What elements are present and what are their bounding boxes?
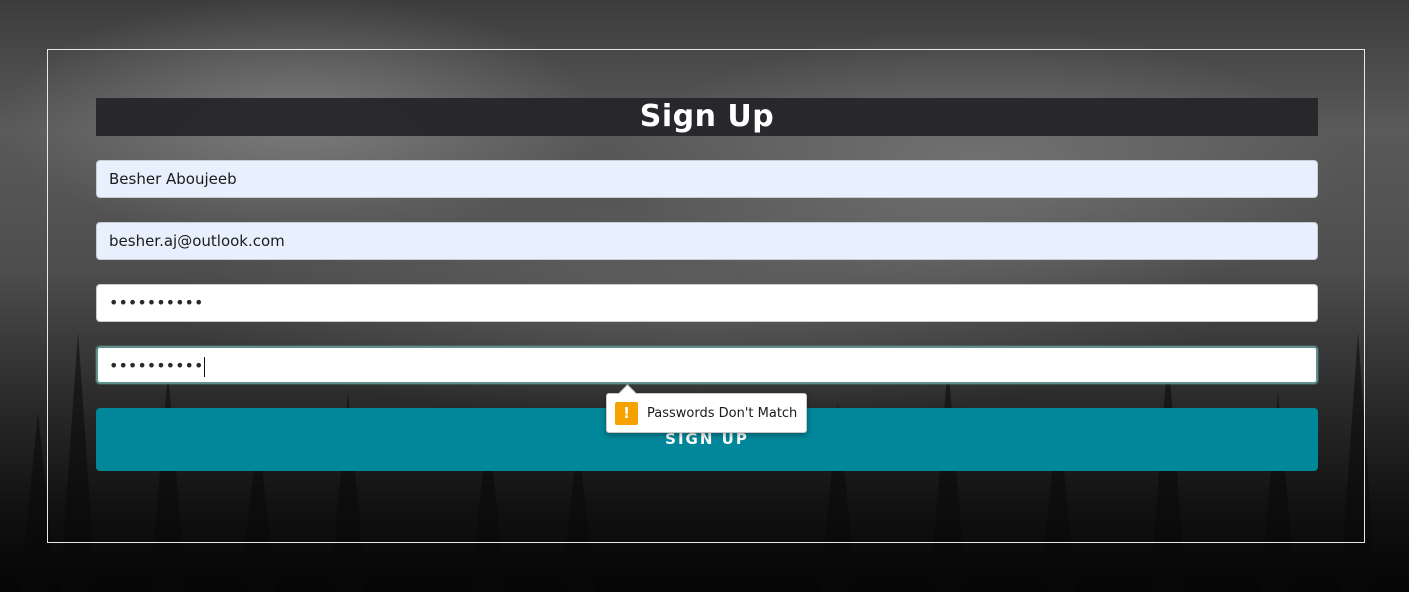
validation-message: Passwords Don't Match xyxy=(647,405,798,421)
name-field[interactable]: Besher Aboujeeb xyxy=(96,160,1318,198)
confirm-password-field-mask: •••••••••• xyxy=(109,356,204,375)
email-field[interactable]: besher.aj@outlook.com xyxy=(96,222,1318,260)
password-field[interactable]: •••••••••• xyxy=(96,284,1318,322)
page-title: Sign Up xyxy=(96,98,1318,136)
confirm-password-field[interactable]: •••••••••• xyxy=(96,346,1318,384)
name-field-value: Besher Aboujeeb xyxy=(109,170,237,188)
password-field-mask: •••••••••• xyxy=(109,293,204,312)
text-caret xyxy=(204,356,206,377)
validation-tooltip: ! Passwords Don't Match xyxy=(606,384,807,433)
warning-icon: ! xyxy=(615,401,638,425)
email-field-value: besher.aj@outlook.com xyxy=(109,232,285,250)
